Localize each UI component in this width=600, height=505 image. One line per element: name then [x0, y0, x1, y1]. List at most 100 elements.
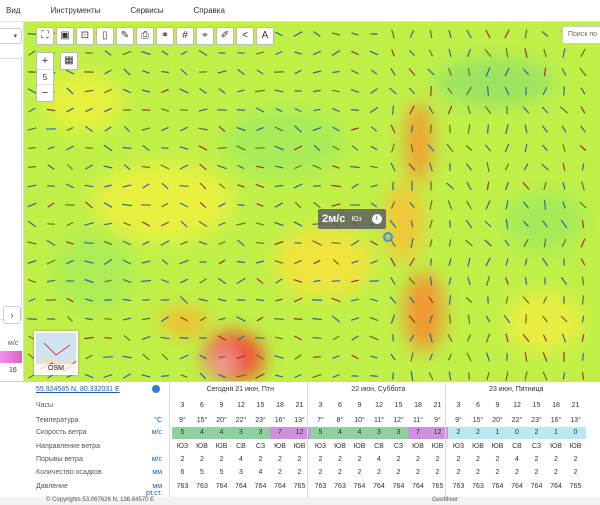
wind-arrow: [293, 318, 303, 320]
wind-arrow: [487, 124, 489, 134]
cell-temp: 10°: [354, 417, 365, 424]
wind-arrow: [449, 125, 451, 133]
cell-wind: 5: [310, 427, 331, 439]
cell-gust: 2: [219, 456, 224, 463]
menu-item-help[interactable]: Справка: [194, 6, 225, 15]
cell-dir: СЗ: [531, 443, 542, 450]
cell-hours: 18: [552, 402, 560, 409]
day-header[interactable]: Сегодня 21 июн, Птн: [172, 386, 309, 393]
cell-wind: 4: [349, 427, 370, 439]
cell-hours: 3: [456, 402, 461, 409]
cell-temp: 20°: [492, 417, 503, 424]
cell-hours: 15: [532, 402, 541, 409]
menu-item-view[interactable]: Вид: [6, 6, 20, 15]
cell-wind: 3: [230, 427, 252, 439]
day-header[interactable]: 23 июн, Пятница: [448, 386, 585, 393]
cell-precip: 2: [357, 469, 362, 476]
row-label-dir: Направление ветра: [36, 443, 100, 450]
grid-icon[interactable]: #: [176, 27, 194, 45]
search-input[interactable]: Поиск по: [562, 26, 600, 44]
zoom-out-button[interactable]: −: [37, 85, 53, 101]
cell-temp: 13°: [570, 417, 581, 424]
cell-pressure: 764: [274, 483, 286, 490]
menu-item-services[interactable]: Сервисы: [130, 6, 163, 15]
menu-item-tools[interactable]: Инструменты: [50, 6, 100, 15]
wind-field-layer: [24, 22, 600, 381]
cell-precip: 4: [258, 469, 263, 476]
save-icon[interactable]: ▣: [56, 27, 74, 45]
cell-temp: 23°: [255, 417, 266, 424]
row-label-wind: Скорость ветра: [36, 429, 87, 436]
cell-hours: 15: [394, 402, 403, 409]
cell-precip: 2: [554, 469, 558, 476]
share-icon[interactable]: <: [236, 27, 254, 45]
cell-hours: 15: [256, 402, 265, 409]
wind-arrow: [104, 337, 112, 339]
cell-dir: ЮВ: [215, 443, 228, 450]
minimap-label: OSM: [36, 364, 76, 373]
cell-hours: 21: [571, 402, 580, 409]
cell-gust: 2: [456, 456, 461, 463]
cell-hours: 9: [357, 402, 362, 409]
cell-wind: 4: [191, 427, 213, 439]
location-marker[interactable]: [383, 232, 393, 242]
print-icon[interactable]: ⎙: [136, 27, 154, 45]
cell-temp: 15°: [196, 417, 208, 424]
pencil-icon[interactable]: ✎: [116, 27, 134, 45]
bookmark-icon[interactable]: ▯: [96, 27, 114, 45]
wind-arrow: [392, 334, 394, 342]
cell-dir: ЮВ: [334, 443, 346, 450]
cell-wind: 3: [250, 427, 271, 439]
cell-precip: 2: [534, 469, 539, 476]
layer-select[interactable]: ▾: [0, 28, 22, 44]
cell-hours: 6: [476, 402, 480, 409]
location-pin-icon[interactable]: [152, 385, 160, 393]
cell-hours: 3: [180, 402, 185, 409]
link-icon[interactable]: ⚭: [156, 27, 174, 45]
wind-arrow: [27, 33, 37, 35]
crop-icon[interactable]: ⊡: [76, 27, 94, 45]
coordinates-link[interactable]: 55.924585 N, 80.332031 E: [36, 386, 120, 393]
menu-bar: Вид Инструменты Сервисы Справка: [0, 0, 600, 22]
chevron-right-icon[interactable]: ›: [3, 306, 21, 324]
cell-pressure: 763: [452, 483, 465, 490]
cell-precip: 2: [396, 469, 401, 476]
copyright-text: © Copyrights 53.067626 N, 136.84570 E: [46, 497, 155, 503]
row-unit-pressure: мм рт.ст.: [146, 483, 162, 497]
cell-pressure: 764: [511, 483, 523, 490]
cell-pressure: 764: [373, 483, 385, 490]
wind-tooltip: 2м/с Юз i: [318, 209, 386, 229]
wind-arrow: [179, 185, 189, 187]
layers-icon[interactable]: ▦: [60, 52, 78, 70]
wind-arrow: [236, 109, 246, 111]
cell-precip: 2: [456, 469, 461, 476]
day-header[interactable]: 22 июн, Суббота: [310, 386, 447, 393]
tooltip-speed: 2м/с: [322, 213, 346, 225]
target-icon[interactable]: ⌖: [196, 27, 214, 45]
cell-temp: 20°: [216, 417, 227, 424]
wind-arrow: [312, 337, 322, 339]
text-icon[interactable]: A: [256, 27, 274, 45]
wind-arrow: [294, 242, 302, 244]
wind-arrow: [47, 185, 55, 187]
cell-precip: 3: [239, 469, 243, 476]
cell-pressure: 764: [530, 483, 543, 490]
fullscreen-icon[interactable]: ⛶: [36, 27, 54, 45]
cell-hours: 6: [200, 402, 204, 409]
info-icon[interactable]: i: [371, 214, 382, 224]
row-unit-temp: °C: [154, 417, 162, 424]
pin-icon[interactable]: ✐: [216, 27, 234, 45]
cell-pressure: 764: [491, 483, 504, 490]
minimap[interactable]: OSM: [34, 331, 78, 375]
wind-arrow: [160, 375, 170, 377]
cell-temp: 11°: [373, 417, 385, 424]
map-view[interactable]: [24, 22, 600, 381]
cell-precip: 2: [338, 469, 342, 476]
row-unit-precip: мм: [152, 469, 162, 476]
zoom-in-button[interactable]: +: [37, 53, 53, 69]
day-separator: [445, 382, 446, 498]
wind-arrow: [430, 258, 432, 266]
layer-list: [0, 58, 22, 320]
wind-arrow: [331, 242, 341, 244]
cell-gust: 2: [495, 456, 500, 463]
